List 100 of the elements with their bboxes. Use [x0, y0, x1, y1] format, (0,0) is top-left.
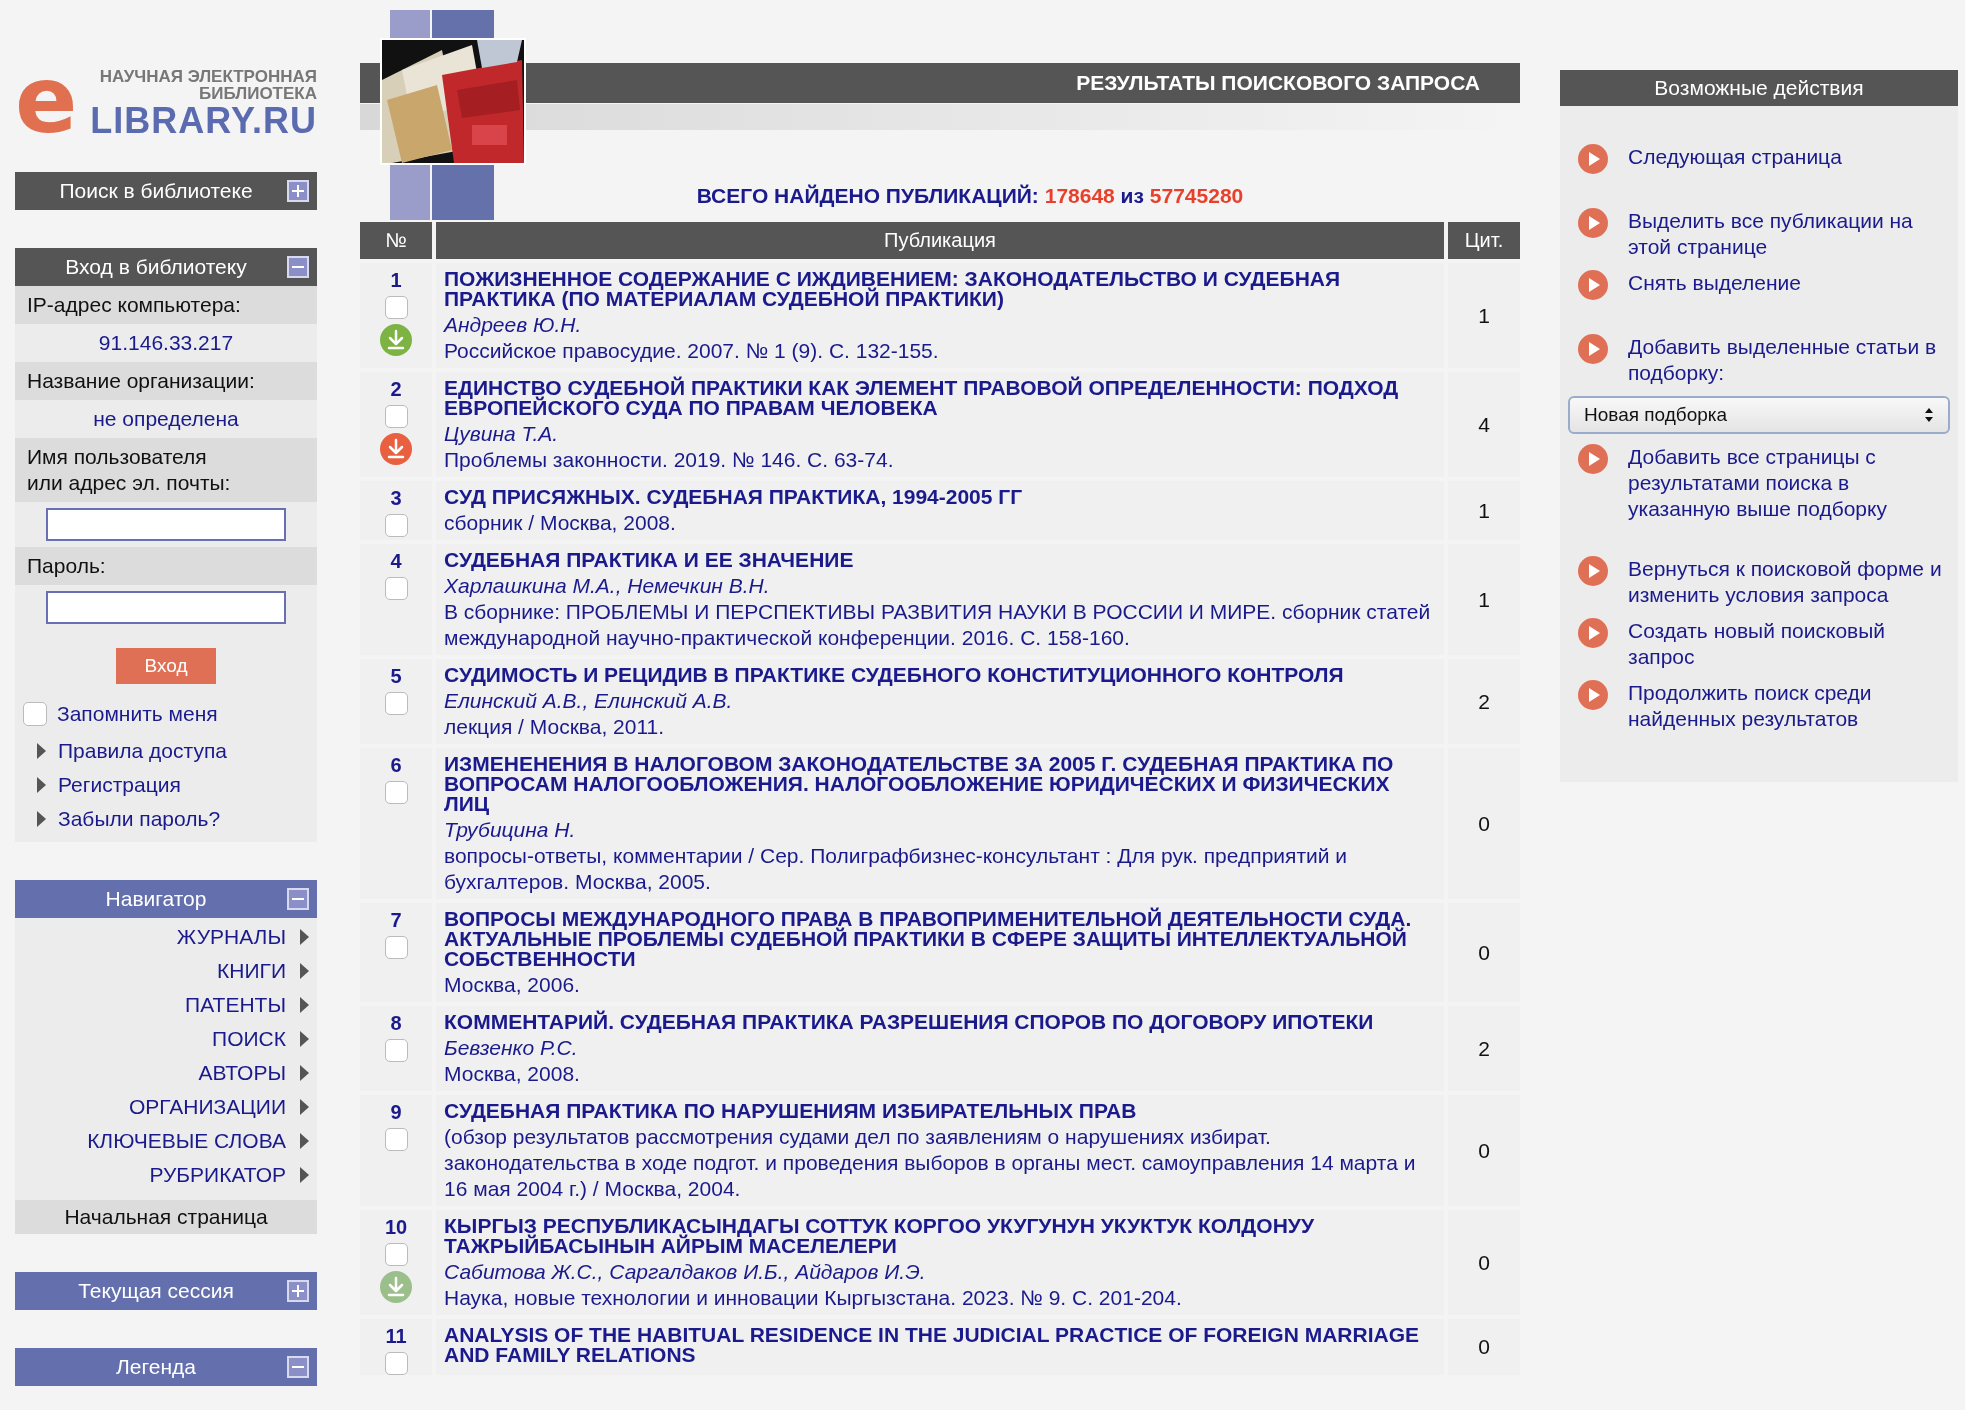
triangle-icon	[300, 1098, 309, 1115]
citation-count: 2	[1478, 1035, 1490, 1062]
row-number: 11	[385, 1325, 407, 1347]
checkbox[interactable]	[384, 1352, 408, 1375]
authors: Сабитова Ж.С., Саргалдаков И.Б., Айдаров И.Э.	[444, 1259, 927, 1285]
action-link[interactable]: Выделить все публикации на этой странице	[1628, 208, 1948, 260]
collapse-icon[interactable]	[287, 256, 309, 278]
logo-subtitle: НАУЧНАЯ ЭЛЕКТРОННАЯ	[99, 68, 317, 85]
collapse-icon[interactable]	[287, 887, 309, 910]
row-number: 6	[390, 754, 402, 776]
checkbox[interactable]	[384, 405, 408, 428]
checkbox[interactable]	[384, 1243, 408, 1266]
publication-title[interactable]: ЕДИНСТВО СУДЕБНОЙ ПРАКТИКИ КАК ЭЛЕМЕНТ ПРАВОВОЙ ОПРЕДЕЛЕННОСТИ: ПОДХОД ЕВРОПЕЙСКОГО СУДА ПО ПРАВАМ ЧЕЛОВЕКА	[444, 378, 1436, 421]
home-link[interactable]: Начальная страница	[15, 1199, 317, 1234]
authors: Елинский А.В., Елинский А.В.	[444, 688, 734, 714]
input-field[interactable]	[46, 508, 286, 541]
citation-count: 1	[1478, 586, 1490, 613]
download-icon[interactable]	[380, 324, 412, 356]
citation-count: 0	[1478, 810, 1490, 837]
play-icon	[1578, 680, 1608, 710]
publication-title[interactable]: КОММЕНТАРИЙ. СУДЕБНАЯ ПРАКТИКА РАЗРЕШЕНИЯ СПОРОВ ПО ДОГОВОРУ ИПОТЕКИ	[444, 1012, 1436, 1035]
publication-title[interactable]: ПОЖИЗНЕННОЕ СОДЕРЖАНИЕ С ИЖДИВЕНИЕМ: ЗАКОНОДАТЕЛЬСТВО И СУДЕБНАЯ ПРАКТИКА (ПО МАТЕРИАЛАМ СУДЕБНОЙ ПРАКТИКИ)	[444, 269, 1436, 312]
panel-title[interactable]: Текущая сессия	[15, 1274, 317, 1307]
nav-link[interactable]: КЛЮЧЕВЫЕ СЛОВА	[87, 1124, 286, 1157]
nav-link[interactable]: ПОИСК	[212, 1022, 286, 1055]
checkbox[interactable]	[384, 781, 408, 804]
column-header: Цит.	[1448, 222, 1520, 259]
citation-count: 0	[1478, 1137, 1490, 1164]
citation-count: 4	[1478, 411, 1490, 438]
authors: Цувина Т.А.	[444, 421, 560, 447]
triangle-icon	[300, 1064, 309, 1081]
nav-link[interactable]: ЖУРНАЛЫ	[176, 920, 286, 953]
publication-title[interactable]: СУДЕБНАЯ ПРАКТИКА ПО НАРУШЕНИЯМ ИЗБИРАТЕЛЬНЫХ ПРАВ	[444, 1101, 1436, 1124]
publication-title[interactable]: СУД ПРИСЯЖНЫХ. СУДЕБНАЯ ПРАКТИКА, 1994-2005 ГГ	[444, 487, 1436, 510]
expand-icon[interactable]	[287, 1279, 309, 1302]
publication-title[interactable]: КЫРГЫЗ РЕСПУБЛИКАСЫНДАГЫ СОТТУК КОРГОО УКУГУНУН УКУКТУК КОЛДОНУУ ТАЖРЫЙБАСЫНЫН АЙРЫМ МАСЕЛЕЛЕРИ	[444, 1216, 1436, 1259]
checkbox[interactable]	[384, 514, 408, 537]
panel-title[interactable]: Вход в библиотеку	[15, 251, 317, 283]
authors: Трубицина Н.	[444, 817, 577, 843]
checkbox[interactable]	[384, 1039, 408, 1062]
row-number: 4	[390, 550, 402, 572]
collection-select[interactable]: Новая подборка	[1568, 396, 1950, 434]
triangle-icon	[300, 1030, 309, 1047]
action-link[interactable]: Добавить выделенные статьи в подборку:	[1628, 334, 1948, 386]
checkbox[interactable]	[384, 1128, 408, 1151]
citation-count: 0	[1478, 939, 1490, 966]
panel-title[interactable]: Легенда	[15, 1350, 317, 1383]
action-link[interactable]: Снять выделение	[1628, 270, 1948, 296]
row-number: 9	[390, 1101, 402, 1123]
checkbox[interactable]	[384, 936, 408, 959]
panel-header: Возможные действия	[1560, 70, 1958, 106]
publication-source: Проблемы законности. 2019. № 146. С. 63-74.	[444, 447, 895, 473]
download-icon[interactable]	[380, 433, 412, 465]
checkbox[interactable]	[384, 692, 408, 715]
authors: Андреев Ю.Н.	[444, 312, 583, 338]
collapse-icon[interactable]	[287, 1355, 309, 1378]
expand-icon[interactable]	[287, 180, 309, 202]
nav-link[interactable]: ОРГАНИЗАЦИИ	[129, 1090, 286, 1123]
checkbox[interactable]	[384, 577, 408, 600]
triangle-icon	[300, 1166, 309, 1183]
publication-source: вопросы-ответы, комментарии / Сер. Полиграфбизнес-консультант : Для рук. предприятий и бухгалтеров. Москва, 2005.	[444, 843, 1349, 895]
citation-count: 1	[1478, 302, 1490, 329]
triangle-icon	[37, 776, 46, 793]
download-icon[interactable]	[380, 1271, 412, 1303]
field-value: не определена	[92, 406, 240, 432]
publication-source: сборник / Москва, 2008.	[444, 510, 677, 536]
action-link[interactable]: Вернуться к поисковой форме и изменить условия запроса	[1628, 556, 1948, 608]
publication-title[interactable]: СУДЕБНАЯ ПРАКТИКА И ЕЕ ЗНАЧЕНИЕ	[444, 550, 1436, 573]
panel-title[interactable]: Поиск в библиотеке	[15, 175, 317, 207]
field-label: IP-адрес компьютера:	[15, 286, 317, 324]
play-icon	[1578, 270, 1608, 300]
publication-title[interactable]: ВОПРОСЫ МЕЖДУНАРОДНОГО ПРАВА В ПРАВОПРИМЕНИТЕЛЬНОЙ ДЕЯТЕЛЬНОСТИ СУДА. АКТУАЛЬНЫЕ ПРОБЛЕМЫ СУДЕБНОЙ ПРАКТИКИ В СФЕРЕ ЗАЩИТЫ ИНТЕЛЛЕКТУАЛЬНОЙ СОБСТВЕННОСТИ	[444, 909, 1436, 972]
logo-name[interactable]: LIBRARY.RU	[90, 102, 317, 140]
results-title: РЕЗУЛЬТАТЫ ПОИСКОВОГО ЗАПРОСА	[1076, 70, 1480, 97]
column-header: Публикация	[436, 222, 1444, 259]
nav-link[interactable]: АВТОРЫ	[198, 1056, 286, 1089]
link[interactable]: Забыли пароль?	[58, 802, 221, 835]
checkbox[interactable]	[384, 296, 408, 319]
action-link[interactable]: Продолжить поиск среди найденных результатов	[1628, 680, 1948, 732]
link[interactable]: Регистрация	[58, 768, 181, 801]
publication-title[interactable]: ИЗМЕНЕНЕНИЯ В НАЛОГОВОМ ЗАКОНОДАТЕЛЬСТВЕ ЗА 2005 Г. СУДЕБНАЯ ПРАКТИКА ПО ВОПРОСАМ НАЛОГООБЛОЖЕНИЯ. НАЛОГООБЛОЖЕНИЕ ЮРИДИЧЕСКИХ И ФИЗИЧЕСКИХ ЛИЦ	[444, 754, 1436, 817]
publication-title[interactable]: СУДИМОСТЬ И РЕЦИДИВ В ПРАКТИКЕ СУДЕБНОГО КОНСТИТУЦИОННОГО КОНТРОЛЯ	[444, 665, 1436, 688]
nav-link[interactable]: РУБРИКАТОР	[149, 1158, 286, 1191]
action-link[interactable]: Добавить все страницы с результатами поиска в указанную выше подборку	[1628, 444, 1948, 522]
triangle-icon	[300, 928, 309, 945]
nav-link[interactable]: ПАТЕНТЫ	[185, 988, 286, 1021]
link[interactable]: Правила доступа	[58, 734, 227, 767]
play-icon	[1578, 618, 1608, 648]
checkbox[interactable]	[23, 701, 47, 726]
panel-title[interactable]: Навигатор	[15, 882, 317, 915]
triangle-icon	[300, 1132, 309, 1149]
play-icon	[1578, 444, 1608, 474]
column-header: №	[360, 222, 432, 259]
publication-source: лекция / Москва, 2011.	[444, 714, 666, 740]
nav-link[interactable]: КНИГИ	[217, 954, 286, 987]
input-field[interactable]	[46, 591, 286, 624]
checkbox-label[interactable]: Запомнить меня	[57, 698, 218, 730]
action-link[interactable]: Следующая страница	[1628, 144, 1948, 170]
action-link[interactable]: Создать новый поисковый запрос	[1628, 618, 1948, 670]
row-number: 7	[390, 909, 402, 931]
